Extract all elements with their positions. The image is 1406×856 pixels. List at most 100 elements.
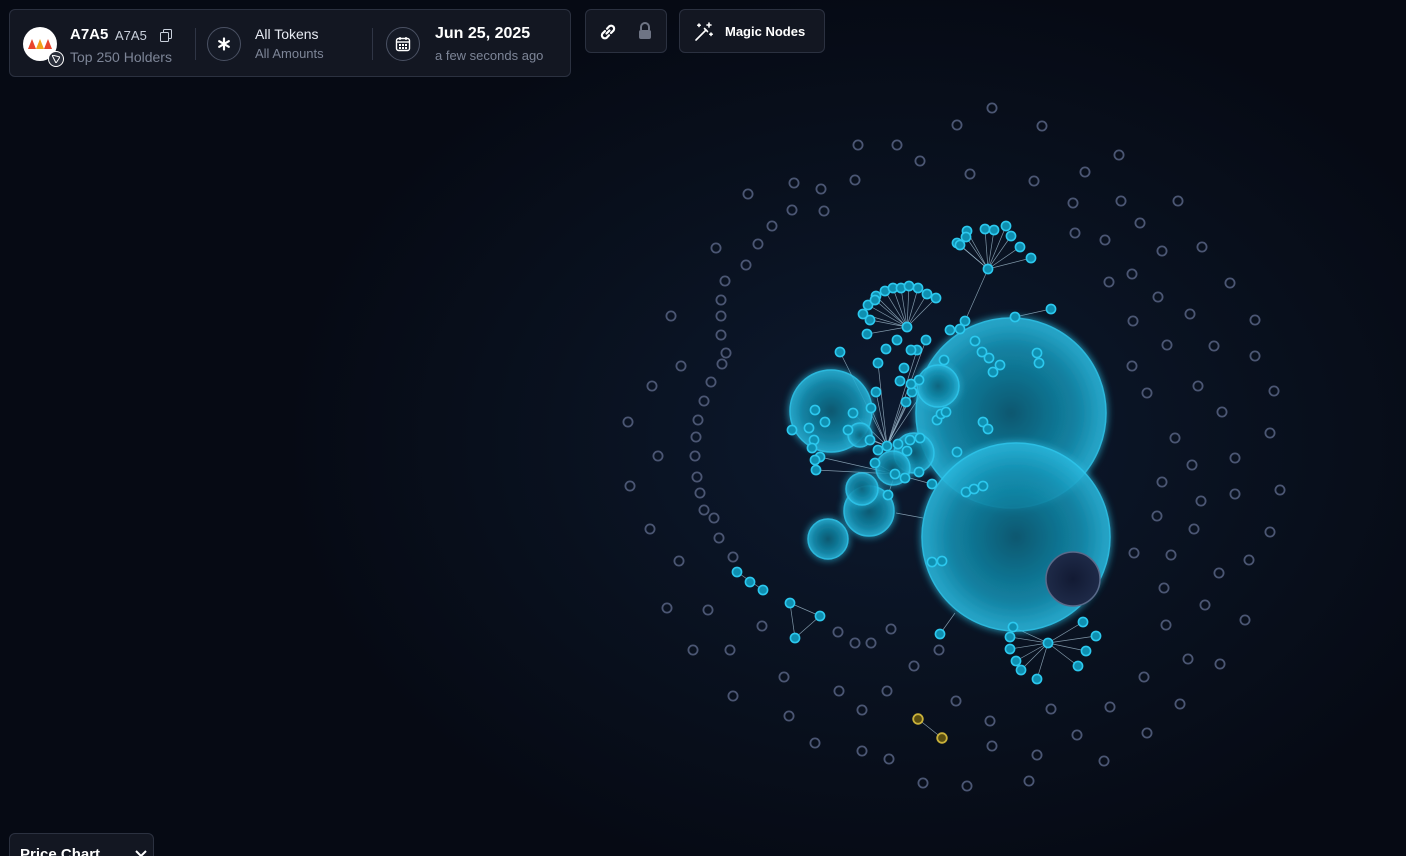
holder-node[interactable] (1028, 175, 1040, 187)
transfer-edge[interactable] (1047, 635, 1097, 644)
holder-node[interactable] (912, 713, 924, 725)
holder-node[interactable] (979, 223, 991, 235)
price-chart-toggle[interactable]: Price Chart (9, 833, 154, 856)
holder-node[interactable] (1015, 664, 1027, 676)
holder-node[interactable] (1141, 387, 1153, 399)
holder-node[interactable] (803, 422, 815, 434)
holder-node[interactable] (1195, 495, 1207, 507)
holder-node[interactable] (1224, 277, 1236, 289)
transfer-edge[interactable] (866, 326, 908, 335)
token-selector[interactable]: A7A5 A7A5 Top 250 Holders (10, 10, 195, 76)
holder-node[interactable] (1249, 314, 1261, 326)
holder-node[interactable] (705, 376, 717, 388)
holder-node[interactable] (899, 472, 911, 484)
holder-node[interactable] (940, 406, 952, 418)
holder-node[interactable] (882, 489, 894, 501)
holder-node[interactable] (1067, 197, 1079, 209)
holder-node[interactable] (889, 468, 901, 480)
holder-node[interactable] (901, 445, 913, 457)
holder-node[interactable] (920, 334, 932, 346)
holder-node[interactable] (969, 335, 981, 347)
holder-node[interactable] (1172, 195, 1184, 207)
holder-bubble[interactable] (916, 364, 960, 408)
holder-node[interactable] (719, 275, 731, 287)
holder-node[interactable] (914, 155, 926, 167)
holder-node[interactable] (715, 310, 727, 322)
holder-node[interactable] (1152, 291, 1164, 303)
holder-node[interactable] (870, 386, 882, 398)
holder-node[interactable] (646, 380, 658, 392)
holder-node[interactable] (1186, 459, 1198, 471)
holder-node[interactable] (673, 555, 685, 567)
holder-node[interactable] (936, 732, 948, 744)
transfer-edge[interactable] (877, 362, 888, 447)
holder-node[interactable] (847, 407, 859, 419)
holder-node[interactable] (783, 710, 795, 722)
holder-node[interactable] (752, 238, 764, 250)
holder-bubble[interactable] (845, 472, 879, 506)
holder-node[interactable] (872, 357, 884, 369)
holder-node[interactable] (1069, 227, 1081, 239)
holder-node[interactable] (904, 434, 916, 446)
holder-node[interactable] (834, 346, 846, 358)
holder-node[interactable] (865, 402, 877, 414)
holder-node[interactable] (1208, 340, 1220, 352)
holder-node[interactable] (977, 480, 989, 492)
holder-node[interactable] (1045, 303, 1057, 315)
holder-node[interactable] (961, 780, 973, 792)
holder-node[interactable] (786, 424, 798, 436)
holder-node[interactable] (894, 375, 906, 387)
holder-node[interactable] (720, 347, 732, 359)
holder-node[interactable] (713, 532, 725, 544)
holder-node[interactable] (1127, 315, 1139, 327)
transfer-edge[interactable] (1014, 308, 1052, 318)
holder-node[interactable] (788, 177, 800, 189)
holder-node[interactable] (1188, 523, 1200, 535)
holder-node[interactable] (1184, 308, 1196, 320)
holder-node[interactable] (715, 329, 727, 341)
holder-node[interactable] (1141, 727, 1153, 739)
holder-node[interactable] (1007, 621, 1019, 633)
holder-node[interactable] (809, 404, 821, 416)
holder-node[interactable] (1033, 357, 1045, 369)
holder-node[interactable] (1009, 311, 1021, 323)
holder-node[interactable] (810, 464, 822, 476)
holder-node[interactable] (809, 454, 821, 466)
holder-node[interactable] (652, 450, 664, 462)
holder-node[interactable] (1174, 698, 1186, 710)
holder-bubble[interactable] (1045, 551, 1101, 607)
holder-node[interactable] (982, 423, 994, 435)
holder-node[interactable] (881, 685, 893, 697)
holder-node[interactable] (986, 740, 998, 752)
holder-node[interactable] (1243, 554, 1255, 566)
holder-node[interactable] (849, 174, 861, 186)
holder-node[interactable] (1014, 241, 1026, 253)
holder-node[interactable] (908, 660, 920, 672)
transfer-edge[interactable] (964, 268, 989, 322)
holder-node[interactable] (744, 576, 756, 588)
holder-node[interactable] (864, 314, 876, 326)
holder-node[interactable] (852, 139, 864, 151)
holder-node[interactable] (903, 280, 915, 292)
holder-node[interactable] (1099, 234, 1111, 246)
holder-node[interactable] (661, 602, 673, 614)
holder-node[interactable] (994, 359, 1006, 371)
holder-node[interactable] (818, 205, 830, 217)
holder-node[interactable] (914, 432, 926, 444)
holder-node[interactable] (892, 438, 904, 450)
holder-node[interactable] (1071, 729, 1083, 741)
holder-node[interactable] (950, 695, 962, 707)
holder-node[interactable] (1169, 432, 1181, 444)
holder-node[interactable] (687, 644, 699, 656)
holder-node[interactable] (690, 431, 702, 443)
holder-node[interactable] (982, 263, 994, 275)
holder-node[interactable] (1156, 245, 1168, 257)
holder-node[interactable] (1161, 339, 1173, 351)
holder-node[interactable] (702, 604, 714, 616)
holder-node[interactable] (784, 597, 796, 609)
holder-node[interactable] (951, 446, 963, 458)
holder-node[interactable] (789, 632, 801, 644)
holder-node[interactable] (1216, 406, 1228, 418)
transfer-edge[interactable] (987, 229, 995, 270)
holder-node[interactable] (960, 231, 972, 243)
